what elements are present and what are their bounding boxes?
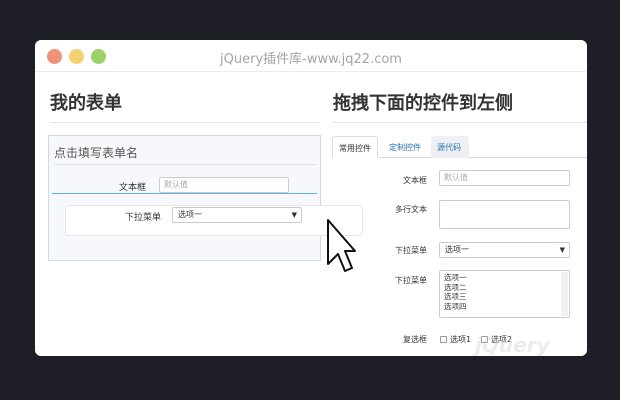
chevron-down-icon: ▼ xyxy=(291,211,297,219)
divider xyxy=(54,164,316,165)
select-value: 选项一 xyxy=(178,210,202,219)
app-window: jQuery插件库-www.jq22.com 我的表单 拖拽下面的控件到左侧 点… xyxy=(35,40,587,356)
list-item[interactable]: 选项二 xyxy=(444,283,565,293)
select-control[interactable]: 选项一 ▼ xyxy=(439,242,570,258)
watermark-logo: jQuery xyxy=(475,333,550,356)
tab-common-controls[interactable]: 常用控件 xyxy=(332,136,378,158)
multiselect-label: 下拉菜单 xyxy=(395,276,427,285)
text-field-control[interactable]: 默认值 xyxy=(439,170,570,186)
select-label: 下拉菜单 xyxy=(124,213,161,223)
tab-source-code[interactable]: 源代码 xyxy=(431,136,469,158)
text-field-input[interactable]: 默认值 xyxy=(159,177,289,193)
divider xyxy=(50,122,320,123)
textarea-label: 多行文本 xyxy=(395,205,427,214)
window-titlebar: jQuery插件库-www.jq22.com xyxy=(35,40,587,72)
checkbox-label: 复选框 xyxy=(403,335,427,344)
drag-controls-heading: 拖拽下面的控件到左侧 xyxy=(333,93,513,114)
dragged-select-control[interactable]: 下拉菜单 选项一 ▼ xyxy=(65,205,363,236)
text-field-label: 文本框 xyxy=(403,176,427,185)
checkbox-option-1[interactable] xyxy=(440,336,447,343)
chevron-down-icon: ▼ xyxy=(559,246,565,254)
divider xyxy=(333,122,587,123)
mouse-pointer-icon xyxy=(326,218,356,278)
window-title: jQuery插件库-www.jq22.com xyxy=(220,52,402,67)
list-item[interactable]: 选项一 xyxy=(444,273,565,283)
select-value: 选项一 xyxy=(445,245,469,254)
control-tabs: 常用控件 定制控件 源代码 xyxy=(332,136,587,158)
text-field-label: 文本框 xyxy=(118,183,146,193)
form-canvas[interactable]: 点击填写表单名 文本框 默认值 xyxy=(48,135,321,261)
multiselect-control[interactable]: 选项一 选项二 选项三 选项四 xyxy=(439,270,570,318)
tab-custom-controls[interactable]: 定制控件 xyxy=(383,136,427,158)
select-dropdown[interactable]: 选项一 ▼ xyxy=(172,207,302,223)
select-label: 下拉菜单 xyxy=(395,246,427,255)
drop-indicator xyxy=(52,193,317,194)
list-item[interactable]: 选项四 xyxy=(444,302,565,312)
checkbox-option-1-label: 选项1 xyxy=(450,335,472,344)
scrollbar[interactable] xyxy=(561,272,568,316)
list-item[interactable]: 选项三 xyxy=(444,292,565,302)
textarea-control[interactable] xyxy=(439,200,570,229)
my-form-heading: 我的表单 xyxy=(50,93,122,114)
form-name-field[interactable]: 点击填写表单名 xyxy=(54,144,138,161)
